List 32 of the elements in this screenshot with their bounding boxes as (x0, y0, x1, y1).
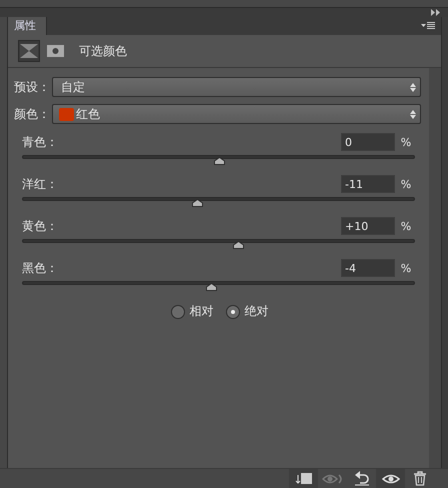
slider-thumb[interactable] (192, 199, 203, 207)
percent-label: % (400, 262, 412, 274)
radio-label: 相对 (190, 303, 214, 320)
colors-dropdown[interactable]: 红色 (52, 104, 421, 124)
value-field[interactable]: +10 (341, 217, 395, 235)
percent-label: % (400, 178, 412, 190)
eye-icon[interactable] (376, 469, 405, 488)
slider-label: 洋红： (22, 176, 59, 192)
clip-layer-icon[interactable] (289, 469, 318, 488)
colors-label: 颜色： (14, 106, 51, 122)
value-field[interactable]: 0 (341, 133, 395, 151)
percent-label: % (400, 220, 412, 232)
radio-button[interactable] (226, 304, 240, 318)
slider-label: 黄色： (22, 218, 59, 234)
slider-label: 青色： (22, 134, 59, 150)
slider-thumb[interactable] (233, 241, 244, 249)
slider-label: 黑色： (22, 260, 59, 276)
value-field[interactable]: -11 (341, 175, 395, 193)
slider-thumb[interactable] (206, 283, 217, 291)
up-down-arrows-icon (410, 82, 416, 92)
slider-thumb[interactable] (214, 157, 224, 165)
percent-label: % (400, 136, 412, 148)
panel-title: 可选颜色 (79, 42, 127, 60)
panel-menu-icon[interactable] (421, 22, 435, 30)
radio-button[interactable] (170, 304, 184, 318)
value-field[interactable]: -4 (341, 259, 395, 277)
preset-label: 预设： (14, 78, 51, 96)
radio-label: 绝对 (244, 303, 268, 320)
up-down-arrows-icon (410, 110, 416, 118)
panel-tab[interactable]: 属性 (8, 17, 47, 35)
preset-dropdown[interactable]: 自定 (52, 77, 421, 97)
adjustment-icon[interactable] (18, 40, 40, 62)
